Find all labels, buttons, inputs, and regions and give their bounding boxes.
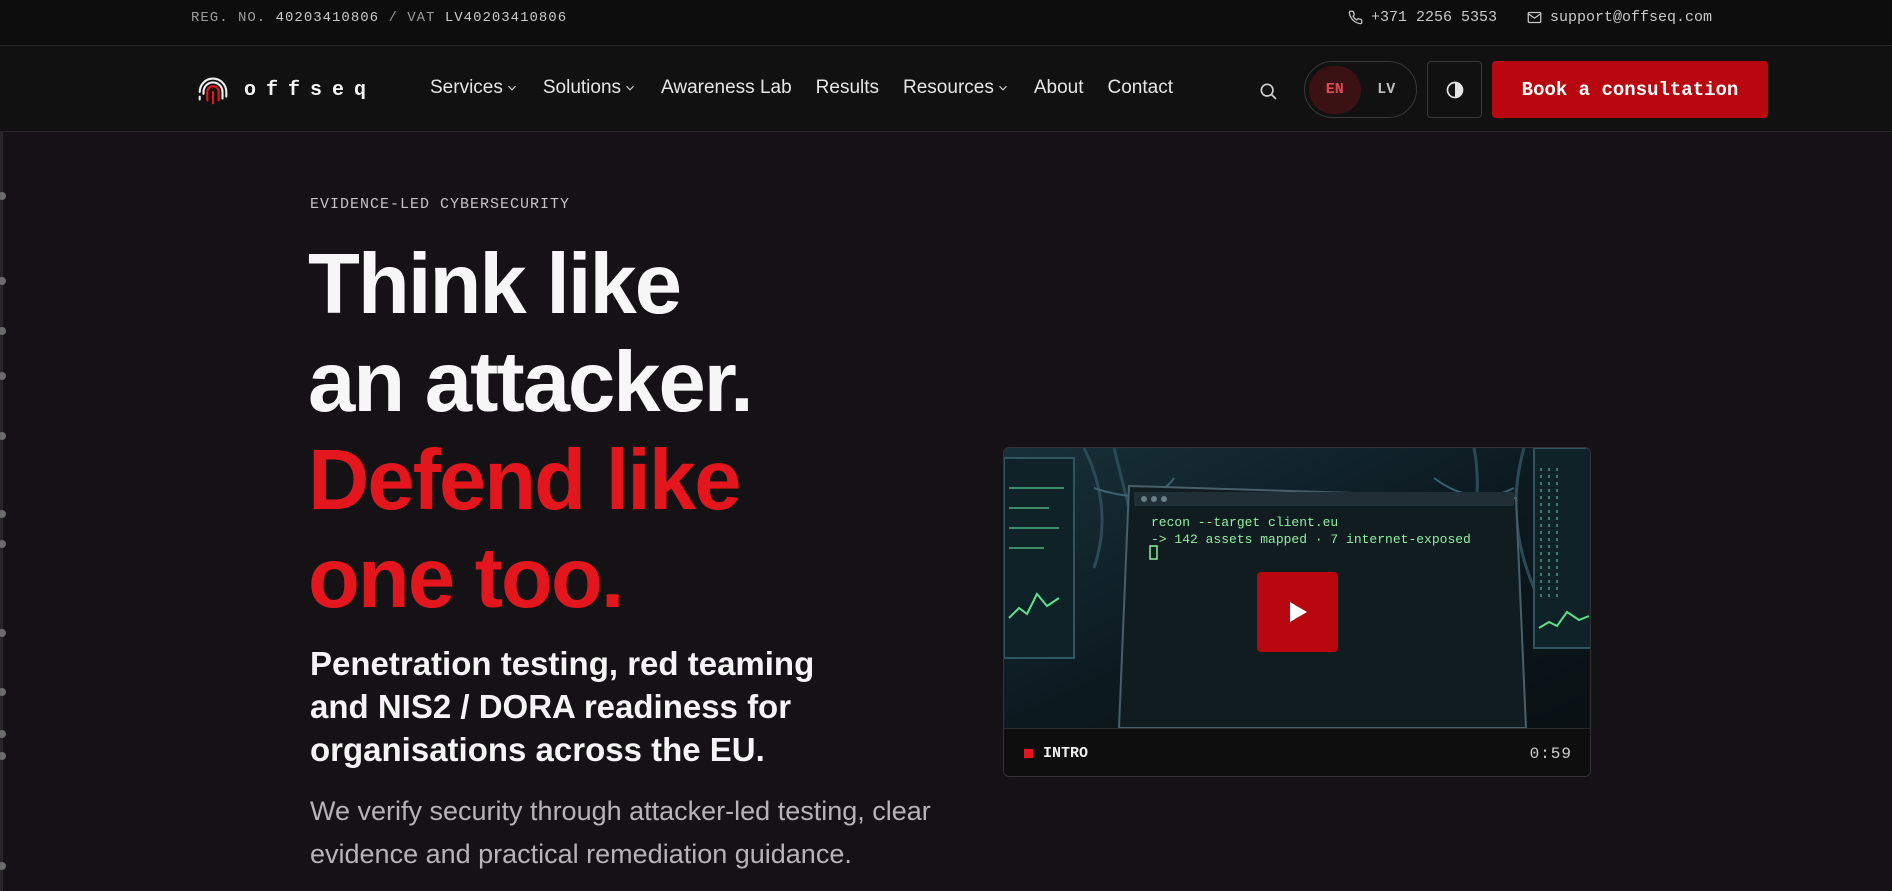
language-switcher: EN LV [1304, 61, 1417, 118]
fingerprint-icon [198, 77, 228, 105]
nav-item-results[interactable]: Results [816, 77, 879, 99]
headline-line: an attacker. [308, 335, 754, 430]
reg-label: REG. NO. [191, 10, 267, 26]
email-link[interactable]: support@offseq.com [1527, 9, 1712, 26]
decorative-dot [0, 277, 6, 285]
nav-item-resources[interactable]: Resources [903, 77, 1010, 99]
chevron-down-icon [998, 85, 1007, 91]
nav-item-label: Solutions [542, 77, 622, 98]
top-utility-bar: REG. NO. 40203410806 / VAT LV40203410806… [0, 0, 1892, 46]
mail-icon [1527, 11, 1542, 24]
nav-item-about[interactable]: About [1034, 77, 1084, 99]
hero-eyebrow: EVIDENCE-LED CYBERSECURITY [310, 196, 571, 213]
lang-option-en[interactable]: EN [1309, 65, 1361, 114]
phone-number: +371 2256 5353 [1370, 9, 1497, 26]
play-icon [1289, 602, 1307, 622]
headline-line-accent: one too. [308, 531, 625, 626]
play-button[interactable] [1257, 572, 1338, 652]
theme-toggle-button[interactable] [1427, 61, 1482, 118]
logo-wordmark: offseq [244, 78, 377, 102]
nav-item-services[interactable]: Services [430, 77, 519, 99]
decorative-dot [0, 629, 6, 637]
phone-link[interactable]: +371 2256 5353 [1348, 9, 1497, 26]
video-duration: 0:59 [1529, 744, 1572, 763]
decorative-dot [0, 372, 6, 380]
nav-item-contact[interactable]: Contact [1108, 77, 1173, 99]
video-caption-bar: INTRO 0:59 [1004, 728, 1590, 776]
hero-headline: Think like an attacker. Defend like one … [308, 236, 868, 628]
main-navigation: offseq Services Solutions Awareness Lab … [0, 47, 1892, 132]
registration-info: REG. NO. 40203410806 / VAT LV40203410806 [191, 10, 567, 26]
nav-item-label: Results [815, 77, 880, 98]
terminal-line: recon --target client.eu [1151, 515, 1339, 530]
nav-item-label: About [1033, 77, 1084, 98]
decorative-dot [0, 688, 6, 696]
video-label-text: INTRO [1043, 745, 1089, 762]
terminal-line: -> 142 assets mapped · 7 internet-expose… [1151, 532, 1471, 547]
nav-item-label: Services [430, 77, 503, 98]
terminal-output: recon --target client.eu -> 142 assets m… [1151, 514, 1471, 548]
nav-item-solutions[interactable]: Solutions [543, 77, 637, 99]
chevron-down-icon [507, 85, 516, 91]
email-address: support@offseq.com [1549, 9, 1712, 26]
decorative-dot [0, 192, 6, 200]
chevron-down-icon [626, 85, 634, 91]
nav-item-label: Contact [1107, 77, 1173, 98]
book-consultation-button[interactable]: Book a consultation [1492, 61, 1768, 118]
nav-item-awareness-lab[interactable]: Awareness Lab [661, 77, 792, 99]
vat-number: LV40203410806 [444, 10, 568, 26]
lang-option-lv[interactable]: LV [1361, 66, 1413, 114]
reg-number: 40203410806 [275, 10, 380, 26]
nav-item-label: Awareness Lab [661, 77, 792, 98]
search-button[interactable] [1255, 78, 1281, 104]
decorative-dot [0, 327, 6, 335]
hero-subheading: Penetration testing, red teaming and NIS… [310, 645, 815, 768]
decorative-side-line [0, 132, 6, 891]
vat-label: / VAT [388, 10, 436, 26]
decorative-dot [0, 862, 6, 870]
headline-line-accent: Defend like [308, 433, 741, 528]
phone-icon [1348, 10, 1363, 25]
decorative-dot [0, 540, 6, 548]
nav-menu: Services Solutions Awareness Lab Results… [430, 77, 1173, 99]
decorative-dot [0, 432, 6, 440]
intro-video-player[interactable]: recon --target client.eu -> 142 assets m… [1003, 447, 1591, 777]
nav-item-label: Resources [903, 77, 994, 98]
contrast-icon [1446, 81, 1463, 98]
decorative-dot [0, 752, 6, 760]
video-label: INTRO [1024, 745, 1088, 762]
decorative-dot [0, 730, 6, 738]
headline-line: Think like [308, 237, 682, 332]
red-square-icon [1024, 749, 1033, 758]
search-icon [1260, 83, 1277, 100]
hero-body-text: We verify security through attacker-led … [310, 796, 931, 869]
decorative-dot [0, 510, 6, 518]
logo-link[interactable]: offseq [194, 71, 376, 109]
contact-info: +371 2256 5353 support@offseq.com [1348, 9, 1712, 26]
